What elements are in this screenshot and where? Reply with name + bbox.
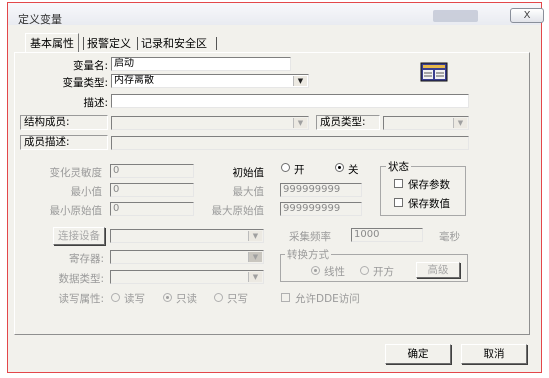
min-value-label: 最小值 <box>70 186 103 198</box>
close-button[interactable]: X <box>510 8 544 23</box>
connect-device-select[interactable]: ▼ <box>110 229 264 243</box>
chevron-down-icon[interactable]: ▼ <box>248 252 262 262</box>
initial-off-label: 关 <box>348 164 359 176</box>
data-type-label: 数据类型: <box>58 273 104 285</box>
min-raw-label: 最小原始值 <box>49 205 103 217</box>
max-raw-input[interactable]: 999999999 <box>280 202 362 216</box>
register-select[interactable]: ▼ <box>110 250 264 264</box>
rw-writeonly-label: 只写 <box>227 293 248 305</box>
var-type-value: 内存离散 <box>114 75 154 86</box>
tab-separator <box>83 37 84 50</box>
cancel-button[interactable]: 取消 <box>461 344 527 364</box>
convert-linear-radio[interactable] <box>311 266 320 275</box>
save-params-label: 保存参数 <box>408 179 450 191</box>
min-raw-input[interactable]: 0 <box>110 202 194 216</box>
data-type-select[interactable]: ▼ <box>110 270 264 284</box>
allow-dde-label: 允许DDE访问 <box>295 293 360 305</box>
tab-basic-properties[interactable]: 基本属性 <box>25 33 79 53</box>
window-title: 定义变量 <box>18 13 62 26</box>
title-bar-blur <box>433 10 478 22</box>
save-values-checkbox[interactable] <box>394 198 403 207</box>
desc-input[interactable] <box>111 94 469 108</box>
rw-writeonly-radio[interactable] <box>214 293 223 302</box>
var-name-label: 变量名: <box>72 60 108 72</box>
member-desc-label: 成员描述: <box>20 135 108 150</box>
rw-readwrite-radio[interactable] <box>111 293 120 302</box>
sensitivity-input[interactable]: 0 <box>110 164 194 178</box>
initial-value-label: 初始值 <box>232 167 265 179</box>
min-value-input[interactable]: 0 <box>110 183 194 197</box>
member-type-label: 成员类型: <box>316 115 380 130</box>
convert-sqrt-radio[interactable] <box>360 266 369 275</box>
save-values-label: 保存数值 <box>408 198 450 210</box>
tab-separator <box>137 37 138 50</box>
register-label: 寄存器: <box>68 253 104 265</box>
desc-label: 描述: <box>83 97 108 109</box>
member-desc-input[interactable] <box>111 136 469 150</box>
initial-on-radio[interactable] <box>281 163 290 172</box>
rw-readonly-label: 只读 <box>176 293 197 305</box>
title-bar: 定义变量 X <box>8 3 544 26</box>
var-type-select[interactable]: 内存离散 ▼ <box>111 74 309 88</box>
var-name-input[interactable]: 启动 <box>111 57 291 71</box>
initial-on-label: 开 <box>294 164 305 176</box>
sample-rate-label: 采集频率 <box>289 231 331 243</box>
convert-group-title: 转换方式 <box>285 247 331 262</box>
sample-rate-unit: 毫秒 <box>439 231 460 243</box>
sensitivity-label: 变化灵敏度 <box>49 167 103 179</box>
convert-sqrt-label: 开方 <box>373 266 394 278</box>
chevron-down-icon[interactable]: ▼ <box>248 231 262 241</box>
struct-member-select[interactable]: ▼ <box>111 116 309 130</box>
connect-device-button[interactable]: 连接设备 <box>53 227 105 245</box>
convert-linear-label: 线性 <box>324 266 345 278</box>
member-type-select[interactable]: ▼ <box>383 116 469 130</box>
max-raw-label: 最大原始值 <box>211 205 265 217</box>
allow-dde-checkbox[interactable] <box>281 293 290 302</box>
tab-record-security[interactable]: 记录和安全区 <box>141 35 207 52</box>
chevron-down-icon[interactable]: ▼ <box>248 272 262 282</box>
initial-off-radio[interactable] <box>335 163 344 172</box>
ok-button[interactable]: 确定 <box>385 344 451 364</box>
chevron-down-icon[interactable]: ▼ <box>453 118 467 128</box>
var-type-label: 变量类型: <box>62 77 108 89</box>
tab-separator <box>216 37 217 50</box>
variable-browser-icon[interactable] <box>420 62 448 82</box>
advanced-button[interactable]: 高级 <box>416 262 460 278</box>
max-value-input[interactable]: 999999999 <box>280 183 362 197</box>
chevron-down-icon[interactable]: ▼ <box>293 76 307 86</box>
tab-alarm-definition[interactable]: 报警定义 <box>87 35 131 52</box>
chevron-down-icon[interactable]: ▼ <box>293 118 307 128</box>
rw-readwrite-label: 读写 <box>124 293 145 305</box>
status-group-title: 状态 <box>386 159 411 174</box>
max-value-label: 最大值 <box>232 186 265 198</box>
struct-member-label: 结构成员: <box>20 115 108 130</box>
sample-rate-input[interactable]: 1000 <box>351 228 423 242</box>
rw-attr-label: 读写属性: <box>58 293 104 305</box>
rw-readonly-radio[interactable] <box>163 293 172 302</box>
save-params-checkbox[interactable] <box>394 179 403 188</box>
